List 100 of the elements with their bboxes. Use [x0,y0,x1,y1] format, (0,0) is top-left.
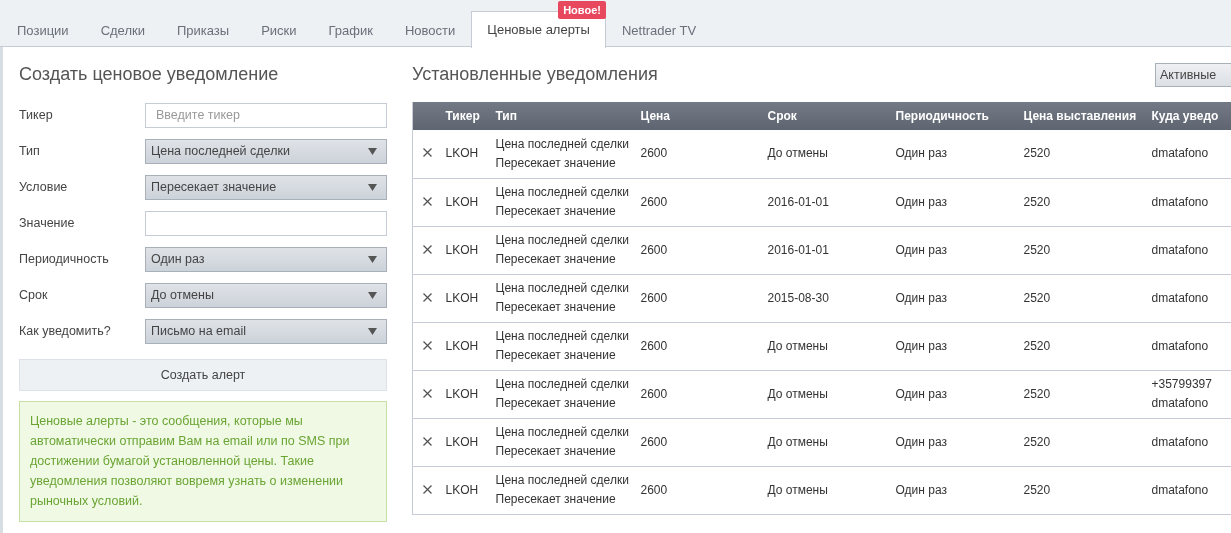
column-header: Цена выставления [1018,102,1147,130]
table-cell: Один раз [890,466,1019,514]
table-cell: +35799397 dmatafono [1146,370,1231,418]
column-header: Тип [490,102,636,130]
input-field[interactable] [145,210,387,236]
tab[interactable]: Новости [388,12,472,48]
table-cell: LKOH [440,418,491,466]
tab[interactable]: Приказы [160,12,246,48]
table-cell: Цена последней сделки Пересекает значение [490,178,636,226]
dropdown[interactable]: Письмо на email [145,318,387,344]
table-cell: 2520 [1018,322,1147,370]
dropdown[interactable]: Пересекает значение [145,174,387,200]
field-label: Тикер [19,108,54,122]
table-cell: 2520 [1018,178,1147,226]
tab[interactable]: Позиции [1,12,85,48]
column-header: Периодичность [890,102,1019,130]
table-cell: Цена последней сделки Пересекает значение [490,370,636,418]
table-cell: До отмены [762,370,891,418]
table-cell: dmatafono [1146,322,1231,370]
table-cell: LKOH [440,466,491,514]
table-cell: 2016-01-01 [762,226,891,274]
column-header: Куда уведо [1146,102,1231,130]
field-label: Значение [19,216,76,230]
table-cell: 2600 [635,418,763,466]
table-cell: Цена последней сделки Пересекает значение [490,130,636,178]
dropdown[interactable]: До отмены [145,282,387,308]
table-cell: 2600 [635,178,763,226]
tab[interactable]: Риски [245,12,313,48]
table-cell: 2520 [1018,418,1147,466]
table-cell: dmatafono [1146,418,1231,466]
column-header: Цена [635,102,763,130]
tab[interactable]: Сделки [84,12,161,48]
table-cell: dmatafono [1146,226,1231,274]
table-cell: Один раз [890,370,1019,418]
close-icon[interactable] [423,388,432,398]
table-cell: Цена последней сделки Пересекает значение [490,226,636,274]
input-field[interactable]: Введите тикер [145,102,387,128]
close-icon[interactable] [423,148,432,158]
field-label: Как уведомить? [19,324,112,338]
table-cell: Один раз [890,178,1019,226]
section-title: Установленные уведомления [412,64,658,85]
caret-icon [368,183,377,191]
close-icon[interactable] [423,340,432,350]
table-cell: 2520 [1018,370,1147,418]
field-label: Срок [19,288,49,302]
column-header: Тикер [440,102,491,130]
create-alert-button[interactable]: Создать алерт [19,359,387,391]
close-icon[interactable] [423,196,432,206]
table-cell: Один раз [890,130,1019,178]
caret-icon [368,255,377,263]
table-cell: dmatafono [1146,466,1231,514]
caret-icon [368,147,377,155]
table-cell: LKOH [440,130,491,178]
close-icon[interactable] [423,292,432,302]
table-cell: LKOH [440,274,491,322]
close-icon[interactable] [423,244,432,254]
table-cell: 2520 [1018,226,1147,274]
table-cell: dmatafono [1146,274,1231,322]
table-cell: LKOH [440,322,491,370]
table-cell: LKOH [440,178,491,226]
field-label: Периодичность [19,252,110,266]
close-icon[interactable] [423,436,432,446]
table-cell: Один раз [890,418,1019,466]
caret-icon [368,291,377,299]
table-cell: LKOH [440,370,491,418]
table-cell: 2520 [1018,466,1147,514]
table-cell: Один раз [890,322,1019,370]
table-cell: 2600 [635,130,763,178]
table-cell: 2600 [635,226,763,274]
table-cell: Цена последней сделки Пересекает значение [490,418,636,466]
tab[interactable]: График [312,12,389,48]
info-message: Ценовые алерты - это сообщения, которые мы автоматически отправим Вам на email или по SMS при достижении бумагой установленной цены. Такие уведомления позволяют вовремя узнать о изменении рыночных условий. [19,401,387,522]
dropdown[interactable]: Цена последней сделки [145,138,387,164]
close-icon[interactable] [423,484,432,494]
table-cell: dmatafono [1146,130,1231,178]
table-cell: До отмены [762,130,891,178]
new-badge: Новое! [558,1,606,19]
caret-icon [368,327,377,335]
table-cell: dmatafono [1146,178,1231,226]
field-label: Условие [19,180,69,194]
section-title: Создать ценовое уведомление [19,63,280,86]
table-cell: Цена последней сделки Пересекает значение [490,274,636,322]
table-cell: До отмены [762,322,891,370]
table-cell: 2600 [635,466,763,514]
table-cell: До отмены [762,466,891,514]
column-header: Срок [762,102,891,130]
table-cell: LKOH [440,226,491,274]
table-cell: Цена последней сделки Пересекает значение [490,466,636,514]
table-cell: Цена последней сделки Пересекает значение [490,322,636,370]
tab[interactable]: Nettrader TV [605,12,713,48]
table-cell: До отмены [762,418,891,466]
table-cell: Один раз [890,274,1019,322]
table-cell: 2015-08-30 [762,274,891,322]
dropdown[interactable]: Один раз [145,246,387,272]
table-cell: Один раз [890,226,1019,274]
field-label: Тип [19,144,41,158]
table-cell: 2600 [635,370,763,418]
table-cell: 2520 [1018,130,1147,178]
filter-dropdown[interactable]: Активные [1155,62,1231,87]
table-cell: 2016-01-01 [762,178,891,226]
